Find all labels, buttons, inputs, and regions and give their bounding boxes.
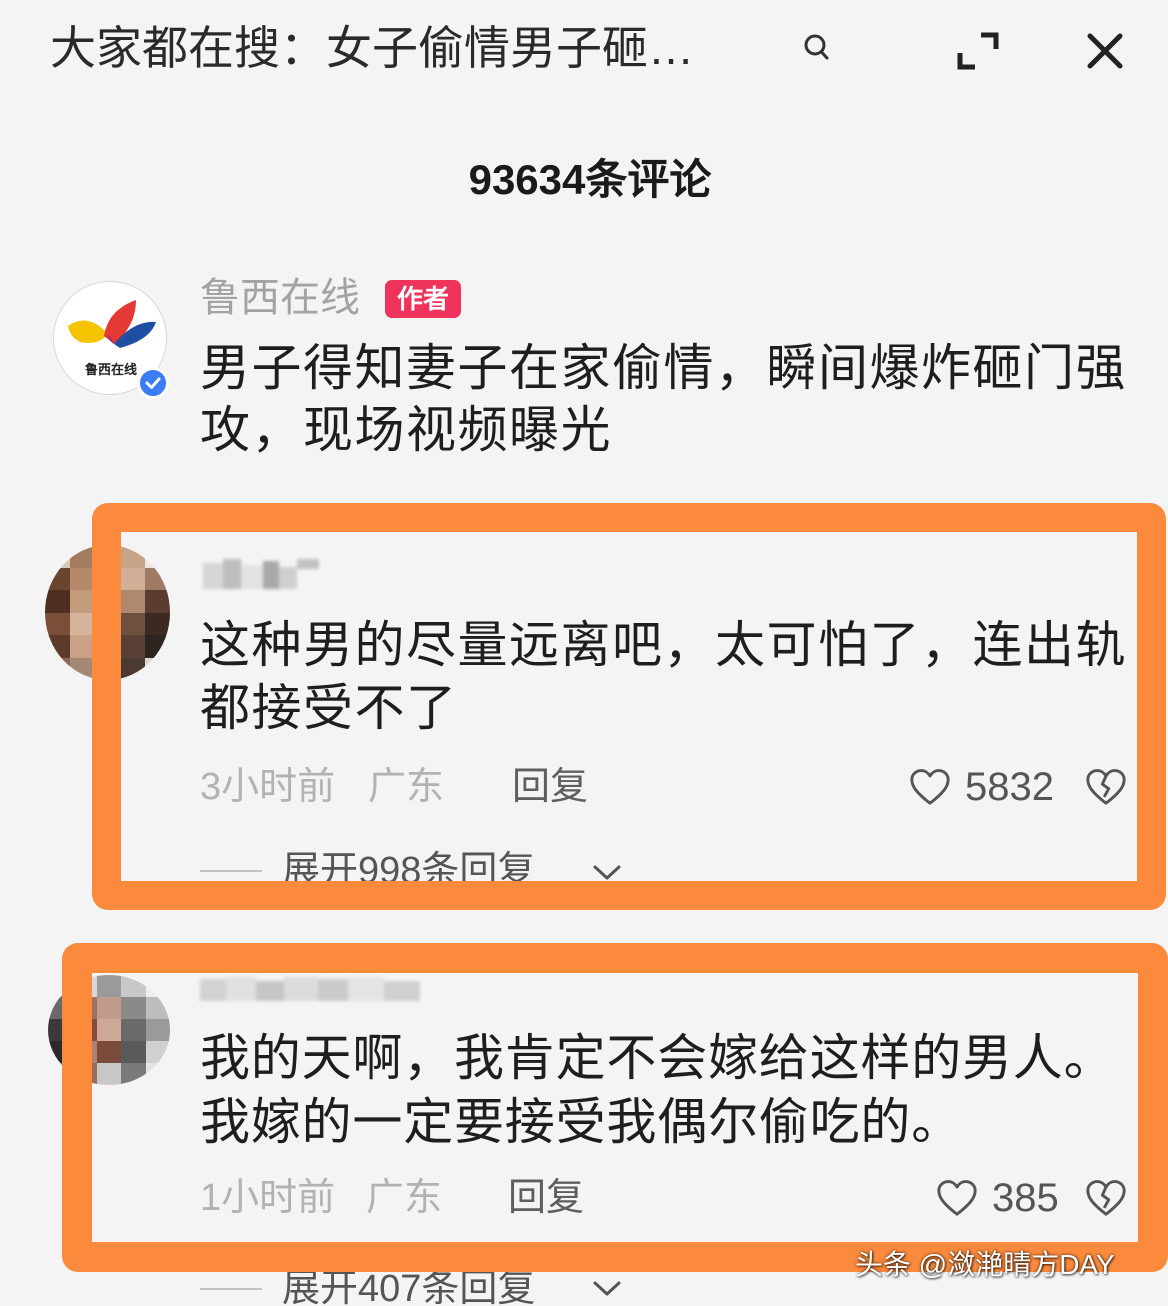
author-badge: 作者: [385, 280, 461, 318]
author-name[interactable]: 鲁西在线: [200, 274, 360, 322]
replies-divider: [200, 1288, 262, 1290]
author-comment-line-1: 男子得知妻子在家偷情，瞬间爆炸砸门强: [200, 340, 1127, 396]
comments-screen: 大家都在搜：女子偷情男子砸… 93634条评论 鲁西在线 鲁西在线 作者 男子得…: [0, 0, 1168, 1306]
watermark: 头条 @潋滟晴方DAY: [855, 1249, 1115, 1280]
verified-badge-icon: [137, 367, 169, 399]
expand-replies-button[interactable]: 展开407条回复: [282, 1266, 535, 1306]
expand-icon[interactable]: [955, 30, 1001, 77]
author-comment-line-2: 攻，现场视频曝光: [200, 402, 612, 458]
chevron-down-icon[interactable]: [592, 1280, 622, 1303]
search-suggestion[interactable]: 大家都在搜：女子偷情男子砸…: [50, 22, 694, 74]
comment-count-title: 93634条评论: [468, 156, 712, 203]
highlight-frame: [92, 503, 1166, 910]
search-icon[interactable]: [803, 33, 831, 68]
avatar-logo-text: 鲁西在线: [85, 362, 137, 377]
highlight-frame: [62, 943, 1168, 1272]
close-icon[interactable]: [1086, 32, 1124, 75]
